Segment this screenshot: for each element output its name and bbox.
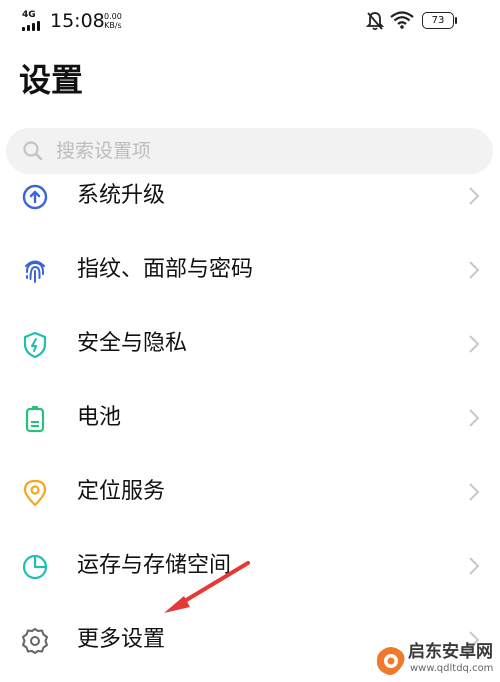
status-bar: 4G 15:08 0.00 KB/s 73 <box>0 0 500 40</box>
wifi-icon <box>390 11 414 29</box>
shield-icon <box>23 331 47 359</box>
page-title: 设置 <box>19 61 84 99</box>
settings-item-battery[interactable]: 电池 <box>0 388 500 448</box>
chevron-right-icon <box>469 557 480 575</box>
search-icon <box>23 141 43 161</box>
settings-item-label: 电池 <box>77 405 122 430</box>
chevron-right-icon <box>469 483 480 501</box>
signal-icon <box>22 21 44 31</box>
battery-indicator: 73 <box>422 12 457 29</box>
network-speed-unit: KB/s <box>104 21 122 30</box>
settings-item-security-privacy[interactable]: 安全与隐私 <box>0 314 500 374</box>
watermark-url: www.qdltdq.com <box>410 663 494 674</box>
battery-icon <box>25 406 45 433</box>
watermark: 启东安卓网 www.qdltdq.com <box>372 640 500 682</box>
settings-item-label: 运存与存储空间 <box>77 553 232 578</box>
network-speed: 0.00 KB/s <box>104 12 122 30</box>
settings-item-system-upgrade[interactable]: 系统升级 <box>0 166 500 226</box>
location-icon <box>23 479 47 507</box>
settings-item-label: 指纹、面部与密码 <box>77 257 254 282</box>
settings-item-fingerprint[interactable]: 指纹、面部与密码 <box>0 240 500 300</box>
watermark-logo <box>376 647 405 675</box>
settings-item-label: 更多设置 <box>77 627 166 652</box>
network-type: 4G <box>22 10 36 20</box>
chevron-right-icon <box>469 187 480 205</box>
status-time: 15:08 <box>50 10 105 32</box>
chevron-right-icon <box>469 335 480 353</box>
bell-off-icon <box>366 12 384 31</box>
settings-item-location[interactable]: 定位服务 <box>0 462 500 522</box>
settings-item-label: 系统升级 <box>77 183 166 208</box>
fingerprint-icon <box>25 260 45 283</box>
settings-item-storage[interactable]: 运存与存储空间 <box>0 536 500 596</box>
settings-item-label: 安全与隐私 <box>77 331 188 356</box>
settings-item-label: 定位服务 <box>77 479 166 504</box>
status-indicators: 73 <box>366 10 476 32</box>
battery-level: 73 <box>431 15 445 26</box>
chevron-right-icon <box>469 261 480 279</box>
watermark-text: 启东安卓网 <box>408 642 493 662</box>
network-speed-value: 0.00 <box>104 12 122 21</box>
gear-icon <box>22 628 48 654</box>
upgrade-icon <box>22 184 48 210</box>
chevron-right-icon <box>469 409 480 427</box>
storage-icon <box>22 554 48 580</box>
